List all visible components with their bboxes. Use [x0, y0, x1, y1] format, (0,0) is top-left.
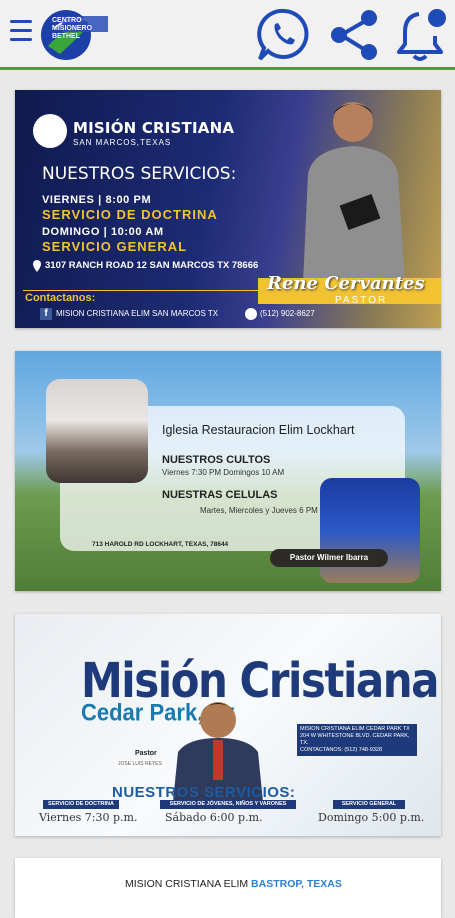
- congregation-photo: [46, 379, 148, 483]
- church-city: BASTROP, TEXAS: [251, 878, 342, 890]
- contact-box: MISION CRISTIANA ELIM CEDAR PARK TX 204 …: [297, 724, 417, 756]
- church-name: Iglesia Restauracion Elim Lockhart: [162, 423, 355, 437]
- share-icon[interactable]: [325, 6, 383, 64]
- phone-icon: [245, 308, 257, 320]
- church-heading: MISION CRISTIANA ELIM BASTROP, TEXAS: [125, 878, 342, 890]
- service-time-1: Viernes 7:30 p.m.: [39, 811, 138, 824]
- celulas-label: NUESTRAS CELULAS: [162, 489, 278, 501]
- app-header: CENTRO MISIONERO BETHEL: [0, 0, 455, 70]
- whatsapp-icon[interactable]: [255, 6, 313, 64]
- celulas-time: Martes, Miercoles y Jueves 6 PM: [200, 506, 318, 515]
- service-name-2: SERVICIO GENERAL: [42, 239, 188, 254]
- service-label-2: SERVICIO DE JÓVENES, NIÑOS Y VARONES: [160, 800, 296, 809]
- service-day-2: DOMINGO | 10:00 AM: [42, 226, 164, 238]
- contact-phone: CONTACTANOS: (512) 748-9328: [300, 747, 383, 753]
- church-card-bastrop[interactable]: MISION CRISTIANA ELIM BASTROP, TEXAS: [15, 858, 441, 918]
- phone-number: (512) 902-8627: [260, 309, 315, 318]
- church-address: 713 HAROLD RD LOCKHART, TEXAS, 78644: [92, 541, 229, 548]
- service-day-1: VIERNES | 8:00 PM: [42, 194, 152, 206]
- service-label-1: SERVICIO DE DOCTRINA: [43, 800, 119, 809]
- church-card-san-marcos[interactable]: MISIÓN CRISTIANA SAN MARCOS,TEXAS NUESTR…: [15, 90, 441, 328]
- service-name-1: SERVICIO DE DOCTRINA: [42, 207, 218, 222]
- service-time-2: Sábado 6:00 p.m.: [165, 811, 263, 824]
- pastor-name: Rene Cervantes: [267, 273, 425, 294]
- location-pin-icon: [33, 260, 41, 272]
- pastor-photo: [320, 478, 420, 583]
- bell-icon[interactable]: [393, 6, 451, 64]
- church-card-cedar-park[interactable]: Misión Cristiana Cedar Park, Tx Pastor J…: [15, 614, 441, 836]
- facebook-name: MISION CRISTIANA ELIM CEDAR PARK TX: [300, 726, 410, 732]
- services-heading: NUESTROS SERVICIOS:: [112, 784, 296, 801]
- cultos-label: NUESTROS CULTOS: [162, 454, 271, 466]
- logo-text: CENTRO MISIONERO BETHEL: [52, 17, 93, 40]
- church-logo: [33, 114, 67, 148]
- church-name: MISIÓN CRISTIANA: [73, 119, 235, 137]
- divider: [23, 290, 268, 291]
- church-address: 204 W WHITESTONE BLVD. CEDAR PARK, TX.: [300, 733, 410, 746]
- pastor-name: Pastor Wilmer Ibarra: [270, 549, 388, 567]
- pastor-label: Pastor: [135, 750, 157, 757]
- service-time-3: Domingo 5:00 p.m.: [318, 811, 425, 824]
- pastor-photo: [303, 102, 405, 284]
- pastor-title: PASTOR: [335, 295, 388, 306]
- church-address: 3107 RANCH ROAD 12 SAN MARCOS TX 78666: [45, 260, 259, 271]
- contact-label: Contactanos:: [25, 292, 96, 304]
- facebook-icon: f: [40, 308, 52, 320]
- service-label-3: SERVICIO GENERAL: [333, 800, 405, 809]
- menu-icon[interactable]: [10, 20, 32, 44]
- cultos-time: Viernes 7:30 PM Domingos 10 AM: [162, 468, 285, 477]
- church-card-lockhart[interactable]: Iglesia Restauracion Elim Lockhart NUEST…: [15, 351, 441, 591]
- pastor-name: JOSE LUIS REYES: [115, 760, 165, 768]
- church-name: MISION CRISTIANA ELIM: [125, 878, 249, 890]
- services-heading: NUESTROS SERVICIOS:: [42, 164, 237, 184]
- facebook-name: MISION CRISTIANA ELIM SAN MARCOS TX: [56, 309, 219, 318]
- church-location: SAN MARCOS,TEXAS: [73, 138, 172, 147]
